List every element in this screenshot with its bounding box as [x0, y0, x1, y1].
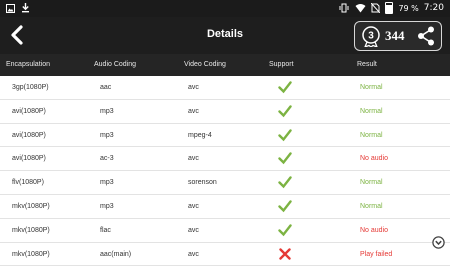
cell-video-coding: avc	[188, 84, 199, 91]
col-audio-coding: Audio Coding	[94, 61, 137, 68]
cell-result: Normal	[360, 202, 383, 210]
download-icon	[22, 3, 29, 13]
cell-video-coding: avc	[188, 226, 199, 234]
cell-result: Normal	[360, 107, 383, 115]
cell-video-coding: mpeg-4	[188, 131, 212, 139]
cell-result: Normal	[360, 84, 383, 91]
cross-icon	[279, 247, 291, 260]
share-icon[interactable]	[417, 26, 435, 46]
table-row: flv(1080P) mp3 sorenson Normal	[0, 171, 450, 195]
cell-video-coding: avc	[188, 202, 199, 210]
cell-audio-coding: ac-3	[100, 155, 114, 163]
cell-encapsulation: 3gp(1080P)	[12, 84, 49, 91]
table-row: avi(1080P) mp3 avc Normal	[0, 100, 450, 124]
cell-video-coding: avc	[188, 155, 199, 163]
col-result: Result	[357, 61, 377, 68]
battery-icon	[385, 2, 394, 14]
table-row: mkv(1080P) mp3 avc Normal	[0, 195, 450, 219]
cell-encapsulation: mkv(1080P)	[12, 250, 50, 258]
cell-audio-coding: mp3	[100, 202, 114, 210]
cell-audio-coding: mp3	[100, 131, 114, 139]
medal-icon: 3	[362, 26, 380, 47]
table-row: mkv(1080P) flac avc No audio	[0, 219, 450, 243]
col-video-coding: Video Coding	[184, 61, 226, 68]
table-row: mkv(1080P) aac(main) avc Play failed	[0, 243, 450, 266]
no-sim-icon	[371, 3, 381, 13]
clock: 7:20	[423, 3, 444, 13]
check-icon	[278, 200, 292, 213]
cell-encapsulation: flv(1080P)	[12, 179, 44, 187]
table-row: 3gp(1080P) aac avc Normal	[0, 76, 450, 100]
cell-audio-coding: aac	[100, 84, 112, 91]
table-header: Encapsulation Audio Coding Video Coding …	[0, 54, 450, 76]
cell-result: Play failed	[360, 250, 393, 258]
table-body: 3gp(1080P) aac avc Normal avi(1080P) mp3 avc No…	[0, 76, 450, 266]
cell-encapsulation: mkv(1080P)	[12, 226, 50, 234]
cell-result: No audio	[360, 155, 389, 163]
table-row: avi(1080P) ac-3 avc No audio	[0, 147, 450, 172]
cell-encapsulation: avi(1080P)	[12, 155, 46, 163]
vibrate-icon	[339, 3, 349, 13]
cell-video-coding: sorenson	[188, 179, 217, 187]
cell-encapsulation: mkv(1080P)	[12, 202, 50, 210]
image-icon	[6, 3, 15, 13]
col-support: Support	[269, 61, 294, 68]
cell-audio-coding: mp3	[100, 107, 114, 115]
chevron-down-circle-icon[interactable]	[432, 236, 445, 249]
cell-result: No audio	[360, 226, 389, 234]
check-icon	[278, 81, 292, 94]
score-badge[interactable]: 3 344	[354, 21, 442, 51]
score-value: 344	[385, 28, 405, 43]
cell-audio-coding: flac	[100, 226, 111, 234]
cell-audio-coding: aac(main)	[100, 250, 132, 258]
check-icon	[278, 128, 292, 141]
cell-audio-coding: mp3	[100, 179, 114, 187]
check-icon	[278, 152, 292, 165]
cell-video-coding: avc	[188, 107, 199, 115]
check-icon	[278, 176, 292, 189]
cell-result: Normal	[360, 131, 383, 139]
check-icon	[278, 224, 292, 237]
cell-result: Normal	[360, 179, 383, 187]
cell-encapsulation: avi(1080P)	[12, 107, 46, 115]
check-icon	[278, 105, 292, 118]
table-row: avi(1080P) mp3 mpeg-4 Normal	[0, 124, 450, 148]
score-rank: 3	[368, 31, 374, 42]
col-encapsulation: Encapsulation	[6, 61, 50, 68]
top-bar: Details 3 344	[0, 17, 450, 54]
cell-encapsulation: avi(1080P)	[12, 131, 46, 139]
wifi-icon	[355, 4, 366, 13]
battery-level: 79 %	[398, 3, 419, 13]
cell-video-coding: avc	[188, 250, 199, 258]
status-bar: 79 % 7:20	[0, 0, 450, 17]
